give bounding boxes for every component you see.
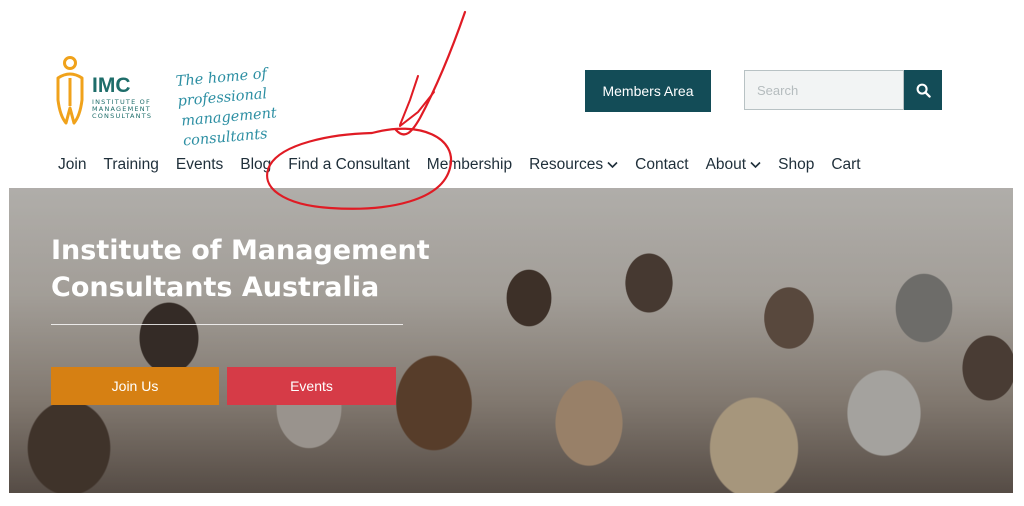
hero-title-line: Consultants Australia	[51, 272, 380, 303]
search-input[interactable]	[744, 70, 904, 110]
logo-name-line: Consultants	[92, 112, 153, 120]
nav-item-training[interactable]: Training	[103, 156, 158, 174]
person-figure-icon	[56, 56, 84, 125]
logo-acronym: IMC	[92, 74, 131, 97]
search-button[interactable]	[904, 70, 942, 110]
members-area-button[interactable]: Members Area	[585, 70, 711, 112]
nav-item-about[interactable]: About	[706, 156, 762, 174]
annotation-arrow-head	[399, 75, 435, 127]
nav-item-membership[interactable]: Membership	[427, 156, 512, 174]
nav-item-label: Events	[175, 156, 224, 173]
nav-item-blog[interactable]: Blog	[240, 156, 271, 174]
hero-banner: Institute of Management Consultants Aust…	[9, 188, 1013, 493]
nav-item-shop[interactable]: Shop	[778, 156, 814, 174]
nav-item-label: Cart	[831, 156, 861, 173]
nav-item-resources[interactable]: Resources	[529, 156, 618, 174]
main-nav: Join Training Events Blog Find a Consult…	[58, 152, 878, 178]
nav-item-label: Membership	[426, 156, 513, 173]
chevron-down-icon	[607, 161, 618, 169]
events-button[interactable]: Events	[227, 367, 396, 405]
annotation-arrow-shaft	[394, 10, 467, 136]
nav-item-find-a-consultant[interactable]: Find a Consultant	[288, 156, 410, 174]
nav-item-cart[interactable]: Cart	[831, 156, 860, 174]
chevron-down-icon	[750, 161, 761, 169]
nav-item-label: Join	[58, 156, 87, 173]
nav-item-contact[interactable]: Contact	[635, 156, 688, 174]
nav-item-label: About	[705, 156, 747, 173]
hero-divider	[51, 324, 403, 325]
nav-item-label: Training	[103, 156, 159, 173]
hero-title: Institute of Management Consultants Aust…	[51, 232, 471, 306]
nav-item-label: Blog	[240, 156, 272, 173]
nav-item-label: Contact	[635, 156, 689, 173]
imc-logo[interactable]: IMC Institute of Management Consultants	[50, 56, 170, 128]
nav-item-label: Resources	[529, 156, 604, 173]
nav-item-events[interactable]: Events	[176, 156, 223, 174]
nav-item-join[interactable]: Join	[58, 156, 86, 174]
search-icon	[916, 83, 931, 98]
nav-item-label: Find a Consultant	[288, 156, 410, 173]
join-us-button[interactable]: Join Us	[51, 367, 219, 405]
nav-item-label: Shop	[778, 156, 815, 173]
logo-full-name: Institute of Management Consultants	[92, 99, 164, 120]
hero-title-line: Institute of Management	[51, 235, 430, 266]
tagline: The home of professional management cons…	[175, 58, 341, 152]
